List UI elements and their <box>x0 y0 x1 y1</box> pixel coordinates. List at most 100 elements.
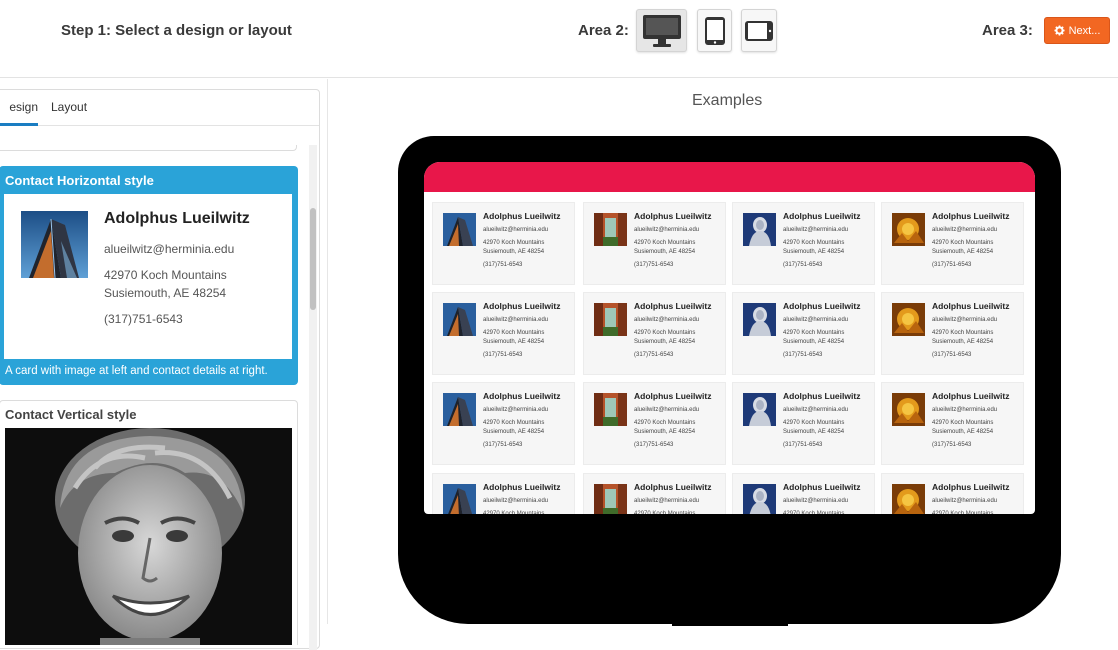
contact-email: alueilwitz@herminia.edu <box>783 407 849 413</box>
contact-email: alueilwitz@herminia.edu <box>932 317 998 323</box>
contact-email: alueilwitz@herminia.edu <box>483 498 549 504</box>
preview-contact-card: Adolphus Lueilwitz alueilwitz@herminia.ed… <box>583 202 726 285</box>
tab-design[interactable]: esign <box>0 100 38 126</box>
contact-address-line1: 42970 Koch Mountains <box>932 420 994 426</box>
contact-photo-statue <box>743 484 776 514</box>
preview-contact-card: Adolphus Lueilwitz alueilwitz@herminia.ed… <box>432 292 575 375</box>
contact-address-line2: Susiemouth, AE 48254 <box>634 249 696 255</box>
top-toolbar: Step 1: Select a design or layout Area 2… <box>0 0 1118 78</box>
contact-phone: (317)751-6543 <box>483 352 523 358</box>
preview-contact-card: Adolphus Lueilwitz alueilwitz@herminia.ed… <box>732 473 875 514</box>
design-card-title: Contact Horizontal style <box>5 173 154 188</box>
contact-address-line2: Susiemouth, AE 48254 <box>483 249 545 255</box>
tablet-landscape-icon <box>745 20 773 41</box>
contact-address-line1: 42970 Koch Mountains <box>483 420 545 426</box>
contact-address-line2: Susiemouth, AE 48254 <box>932 249 994 255</box>
contact-address-line1: 42970 Koch Mountains <box>634 330 696 336</box>
contact-email: alueilwitz@herminia.edu <box>634 317 700 323</box>
contact-email: alueilwitz@herminia.edu <box>783 317 849 323</box>
contact-address-line2: Susiemouth, AE 48254 <box>634 339 696 345</box>
contact-name: Adolphus Lueilwitz <box>483 391 561 401</box>
design-panel: esign Layout Contact Horizontal style Ad… <box>0 89 320 650</box>
contact-email: alueilwitz@herminia.edu <box>634 407 700 413</box>
contact-address-line1: 42970 Koch Mountains <box>783 420 845 426</box>
contact-address-line2: Susiemouth, AE 48254 <box>104 286 227 300</box>
contact-name: Adolphus Lueilwitz <box>634 482 712 492</box>
contact-photo-golden <box>892 484 925 514</box>
design-card-horizontal[interactable]: Contact Horizontal style Adolphus Lueilw… <box>0 166 298 385</box>
tablet-landscape-view-button[interactable] <box>741 9 777 52</box>
contact-photo-building <box>443 393 476 426</box>
contact-address-line1: 42970 Koch Mountains <box>783 240 845 246</box>
contact-email: alueilwitz@herminia.edu <box>483 317 549 323</box>
contact-phone: (317)751-6543 <box>483 262 523 268</box>
contact-email: alueilwitz@herminia.edu <box>932 407 998 413</box>
contact-name: Adolphus Lueilwitz <box>634 301 712 311</box>
contact-name: Adolphus Lueilwitz <box>932 301 1010 311</box>
contact-address-line2: Susiemouth, AE 48254 <box>783 339 845 345</box>
contact-phone: (317)751-6543 <box>783 352 823 358</box>
contact-name: Adolphus Lueilwitz <box>104 210 250 227</box>
contact-photo-statue <box>743 213 776 246</box>
contact-address-line1: 42970 Koch Mountains <box>932 511 994 514</box>
contact-phone: (317)751-6543 <box>634 442 674 448</box>
contact-name: Adolphus Lueilwitz <box>783 391 861 401</box>
contact-name: Adolphus Lueilwitz <box>483 211 561 221</box>
preview-contact-card: Adolphus Lueilwitz alueilwitz@herminia.ed… <box>881 292 1024 375</box>
contact-photo-building <box>443 303 476 336</box>
contact-email: alueilwitz@herminia.edu <box>634 227 700 233</box>
contact-phone: (317)751-6543 <box>104 312 183 326</box>
contact-photo-golden <box>892 393 925 426</box>
contact-name: Adolphus Lueilwitz <box>932 211 1010 221</box>
contact-name: Adolphus Lueilwitz <box>783 301 861 311</box>
contact-address-line1: 42970 Koch Mountains <box>932 330 994 336</box>
step1-label: Step 1: Select a design or layout <box>61 22 292 39</box>
desktop-view-button[interactable] <box>636 9 687 52</box>
contact-photo-golden <box>892 213 925 246</box>
next-button-label: Next... <box>1068 24 1101 37</box>
preview-contact-card: Adolphus Lueilwitz alueilwitz@herminia.ed… <box>732 292 875 375</box>
contact-phone: (317)751-6543 <box>932 262 972 268</box>
contact-phone: (317)751-6543 <box>932 442 972 448</box>
tab-layout[interactable]: Layout <box>51 100 87 114</box>
contact-name: Adolphus Lueilwitz <box>932 391 1010 401</box>
contact-email: alueilwitz@herminia.edu <box>932 498 998 504</box>
contact-phone: (317)751-6543 <box>483 442 523 448</box>
previous-design-card[interactable] <box>0 145 297 151</box>
contact-phone: (317)751-6543 <box>634 352 674 358</box>
contact-address-line1: 42970 Koch Mountains <box>634 420 696 426</box>
contact-address-line2: Susiemouth, AE 48254 <box>932 429 994 435</box>
preview-contact-card: Adolphus Lueilwitz alueilwitz@herminia.ed… <box>432 202 575 285</box>
gear-icon <box>1054 25 1065 36</box>
contact-name: Adolphus Lueilwitz <box>783 211 861 221</box>
examples-title: Examples <box>692 92 763 109</box>
contact-name: Adolphus Lueilwitz <box>932 482 1010 492</box>
contact-email: alueilwitz@herminia.edu <box>634 498 700 504</box>
design-list-scrollbar-thumb[interactable] <box>310 208 316 310</box>
contact-email: alueilwitz@herminia.edu <box>783 227 849 233</box>
contact-phone: (317)751-6543 <box>634 262 674 268</box>
monitor-stand <box>672 618 788 626</box>
contact-email: alueilwitz@herminia.edu <box>783 498 849 504</box>
contact-address-line1: 42970 Koch Mountains <box>483 330 545 336</box>
preview-banner <box>424 162 1035 192</box>
contact-photo-canyon <box>594 484 627 514</box>
contact-address-line2: Susiemouth, AE 48254 <box>483 339 545 345</box>
contact-email: alueilwitz@herminia.edu <box>104 242 235 256</box>
contact-photo-golden <box>892 303 925 336</box>
contact-portrait-photo <box>5 428 292 645</box>
next-button[interactable]: Next... <box>1044 17 1110 44</box>
design-card-vertical[interactable]: Contact Vertical style <box>0 400 298 645</box>
contact-name: Adolphus Lueilwitz <box>483 482 561 492</box>
design-card-title: Contact Vertical style <box>5 407 137 422</box>
contact-address-line1: 42970 Koch Mountains <box>634 511 696 514</box>
contact-email: alueilwitz@herminia.edu <box>483 227 549 233</box>
contact-address-line1: 42970 Koch Mountains <box>783 511 845 514</box>
contact-address-line1: 42970 Koch Mountains <box>483 511 545 514</box>
tablet-portrait-icon <box>704 16 725 45</box>
contact-address-line2: Susiemouth, AE 48254 <box>634 429 696 435</box>
contact-address-line1: 42970 Koch Mountains <box>932 240 994 246</box>
desktop-icon <box>642 14 681 47</box>
tablet-portrait-view-button[interactable] <box>697 9 732 52</box>
contact-photo-building <box>21 211 88 278</box>
